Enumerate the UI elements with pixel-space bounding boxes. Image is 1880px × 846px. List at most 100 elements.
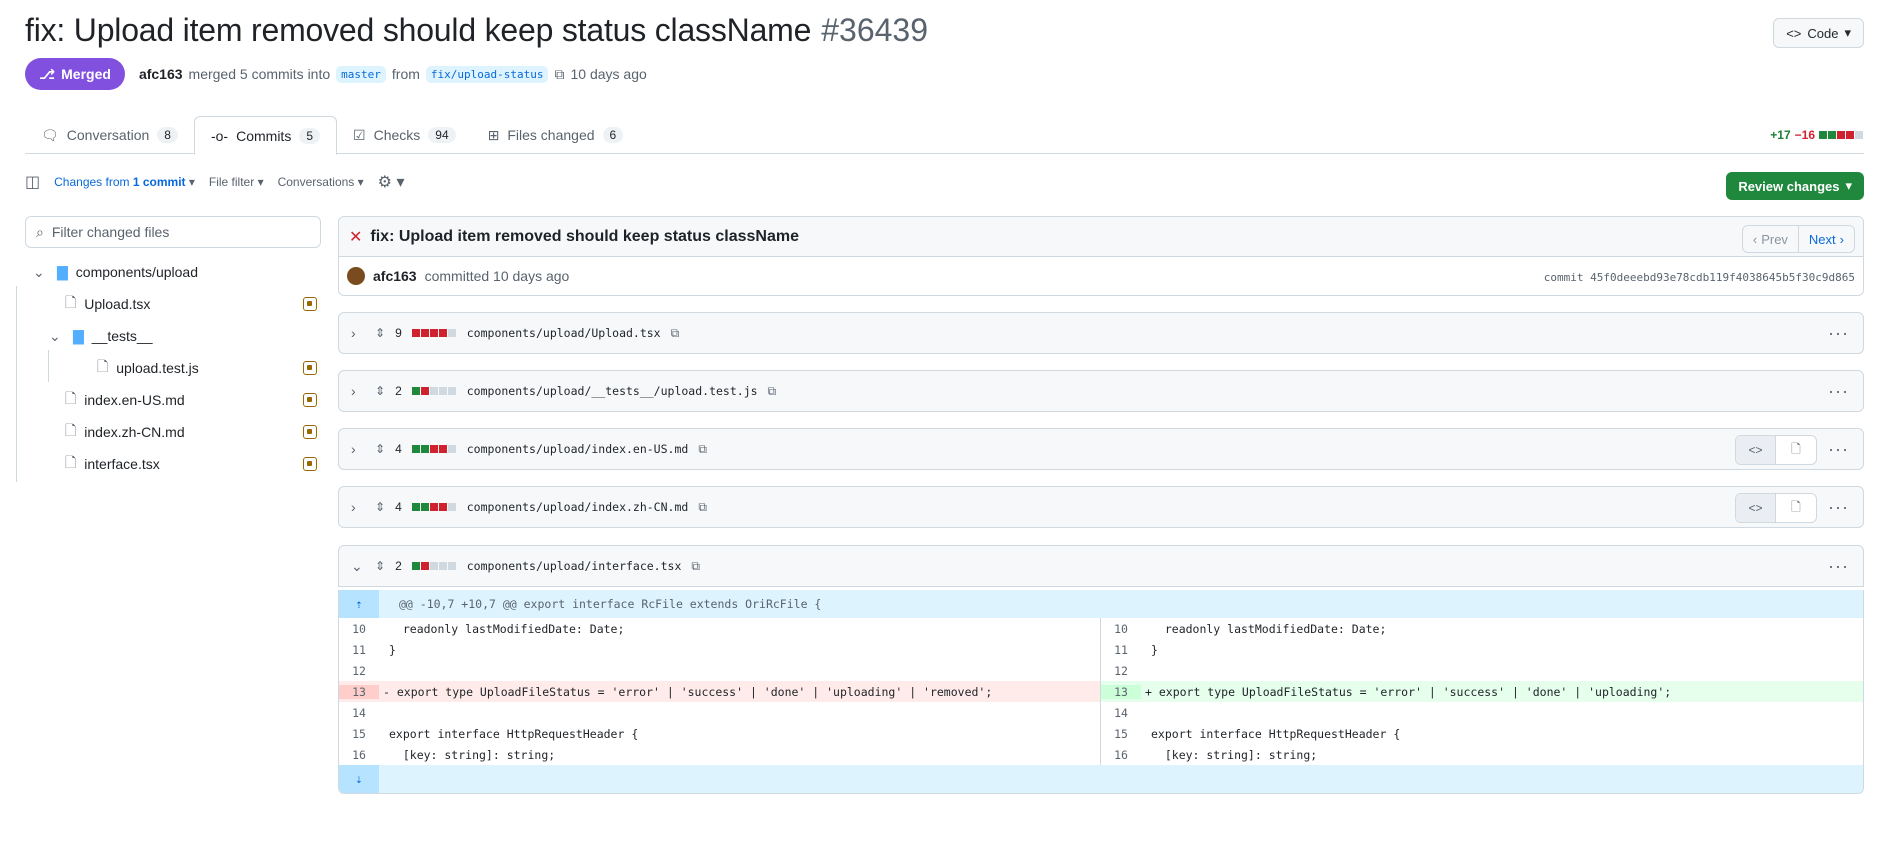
tab-conversation[interactable]: 🗨 Conversation 8: [25, 116, 194, 154]
commit-pagination: ‹ Prev Next ›: [1741, 225, 1855, 253]
commit-author[interactable]: afc163: [373, 268, 417, 284]
pr-author-link[interactable]: afc163: [139, 66, 183, 82]
unfold-icon[interactable]: ⇕: [375, 500, 385, 514]
unfold-icon[interactable]: ⇕: [375, 326, 385, 340]
file-path[interactable]: components/upload/index.zh-CN.md: [467, 500, 689, 514]
copy-icon[interactable]: ⧉: [768, 384, 777, 399]
unfold-icon[interactable]: ⇕: [375, 384, 385, 398]
line-number[interactable]: 13: [339, 684, 379, 699]
changes-dropdown[interactable]: Changes from 1 commit ▾: [54, 175, 195, 189]
more-options-icon[interactable]: ···: [1828, 323, 1849, 344]
tree-file-index-zh[interactable]: 🗋 index.zh-CN.md: [25, 416, 325, 448]
from-text: from: [391, 66, 420, 82]
code-line: [key: string]: string;: [389, 747, 556, 762]
chevron-right-icon[interactable]: ›: [351, 499, 365, 515]
code-icon[interactable]: <>: [1736, 494, 1776, 522]
tree-label: __tests__: [91, 328, 153, 344]
copy-icon[interactable]: ⧉: [691, 559, 700, 574]
file-path[interactable]: components/upload/Upload.tsx: [467, 326, 661, 340]
line-number[interactable]: 15: [339, 727, 379, 741]
tree-file-upload-tsx[interactable]: 🗋 Upload.tsx: [25, 288, 325, 320]
line-number[interactable]: 15: [1101, 727, 1141, 741]
file-header[interactable]: › ⇕ 4 components/upload/index.en-US.md ⧉…: [338, 428, 1864, 470]
chevron-right-icon[interactable]: ›: [351, 383, 365, 399]
chevron-down-icon[interactable]: ⌄: [351, 558, 365, 575]
copy-icon[interactable]: ⧉: [671, 326, 680, 341]
file-change-count: 2: [395, 384, 402, 398]
view-toggle: <> 🗋: [1735, 493, 1817, 523]
prev-button[interactable]: ‹ Prev: [1743, 226, 1799, 252]
gear-icon[interactable]: ⚙ ▾: [378, 172, 405, 192]
commit-title-bar: ✕ fix: Upload item removed should keep s…: [339, 217, 1863, 257]
more-options-icon[interactable]: ···: [1828, 556, 1849, 577]
avatar[interactable]: [347, 267, 365, 285]
file-path[interactable]: components/upload/index.en-US.md: [467, 442, 689, 456]
file-icon[interactable]: 🗋: [1776, 494, 1816, 522]
line-number[interactable]: 11: [339, 643, 379, 657]
file-filter-dropdown[interactable]: File filter ▾: [209, 175, 264, 189]
line-number[interactable]: 11: [1101, 643, 1141, 657]
conversations-dropdown[interactable]: Conversations ▾: [278, 175, 364, 189]
copy-icon[interactable]: ⧉: [698, 500, 707, 515]
code-line: - export type UploadFileStatus = 'error'…: [383, 684, 993, 699]
file-icon[interactable]: 🗋: [1776, 436, 1816, 464]
filter-files-input[interactable]: ⌕ Filter changed files: [25, 216, 321, 248]
file-path[interactable]: components/upload/__tests__/upload.test.…: [467, 384, 758, 398]
diff-line: 12: [1101, 660, 1863, 681]
unfold-icon[interactable]: ⇕: [375, 442, 385, 456]
file-header[interactable]: ⌄ ⇕ 2 components/upload/interface.tsx ⧉ …: [338, 545, 1864, 587]
file-header[interactable]: › ⇕ 2 components/upload/__tests__/upload…: [338, 370, 1864, 412]
diff-line-deleted: 13 - export type UploadFileStatus = 'erro…: [339, 681, 1100, 702]
more-options-icon[interactable]: ···: [1828, 439, 1849, 460]
base-branch[interactable]: master: [336, 65, 386, 83]
unfold-icon[interactable]: ⇕: [375, 559, 385, 573]
copy-icon[interactable]: ⧉: [698, 442, 707, 457]
next-button[interactable]: Next ›: [1799, 226, 1854, 252]
code-line: }: [1151, 642, 1158, 657]
sidebar-toggle-icon[interactable]: ◫: [25, 172, 40, 192]
tree-label: Upload.tsx: [84, 296, 151, 312]
more-options-icon[interactable]: ···: [1828, 381, 1849, 402]
line-number[interactable]: 10: [1101, 622, 1141, 636]
code-line: }: [389, 642, 396, 657]
line-number[interactable]: 10: [339, 622, 379, 636]
expand-up-icon[interactable]: ⇡: [339, 590, 379, 618]
diffstat-bar: [411, 326, 457, 340]
merged-badge: ⎇ Merged: [25, 58, 125, 90]
tree-file-upload-test[interactable]: 🗋 upload.test.js: [25, 352, 325, 384]
folder-icon: ▇: [57, 263, 68, 280]
chevron-right-icon[interactable]: ›: [351, 441, 365, 457]
line-number[interactable]: 14: [1101, 706, 1141, 720]
line-number[interactable]: 12: [339, 664, 379, 678]
file-diff-icon: ⊞: [487, 126, 500, 143]
tree-folder-upload[interactable]: ⌄ ▇ components/upload: [25, 256, 325, 288]
chevron-right-icon[interactable]: ›: [351, 325, 365, 341]
tab-commits[interactable]: -o- Commits 5: [193, 116, 338, 155]
code-button[interactable]: <> Code ▾: [1773, 18, 1864, 48]
hunk-text: @@ -10,7 +10,7 @@ export interface RcFil…: [399, 597, 822, 611]
tab-files-changed[interactable]: ⊞ Files changed 6: [472, 116, 640, 154]
file-path[interactable]: components/upload/interface.tsx: [467, 559, 682, 573]
more-options-icon[interactable]: ···: [1828, 497, 1849, 518]
tree-file-interface[interactable]: 🗋 interface.tsx: [25, 448, 325, 480]
expand-down-icon[interactable]: ⇣: [339, 765, 379, 793]
line-number[interactable]: 12: [1101, 664, 1141, 678]
diff-view: ⇡ @@ -10,7 +10,7 @@ export interface RcF…: [338, 590, 1864, 794]
review-changes-button[interactable]: Review changes ▾: [1726, 172, 1864, 200]
line-number[interactable]: 16: [339, 748, 379, 762]
tree-file-index-en[interactable]: 🗋 index.en-US.md: [25, 384, 325, 416]
head-branch[interactable]: fix/upload-status: [425, 65, 549, 83]
copy-icon[interactable]: ⧉: [554, 66, 564, 83]
file-header[interactable]: › ⇕ 4 components/upload/index.zh-CN.md ⧉…: [338, 486, 1864, 528]
line-number[interactable]: 14: [339, 706, 379, 720]
x-icon[interactable]: ✕: [349, 227, 362, 247]
file-header[interactable]: › ⇕ 9 components/upload/Upload.tsx ⧉ ···: [338, 312, 1864, 354]
line-number[interactable]: 16: [1101, 748, 1141, 762]
line-number[interactable]: 13: [1101, 684, 1141, 699]
tab-count: 6: [602, 127, 624, 143]
code-icon[interactable]: <>: [1736, 436, 1776, 464]
code-line: readonly lastModifiedDate: Date;: [389, 621, 625, 636]
tab-checks[interactable]: ☑ Checks 94: [337, 116, 472, 154]
tree-folder-tests[interactable]: ⌄ ▇ __tests__: [25, 320, 325, 352]
commit-sha[interactable]: commit 45f0deeebd93e78cdb119f4038645b5f3…: [1544, 271, 1855, 284]
